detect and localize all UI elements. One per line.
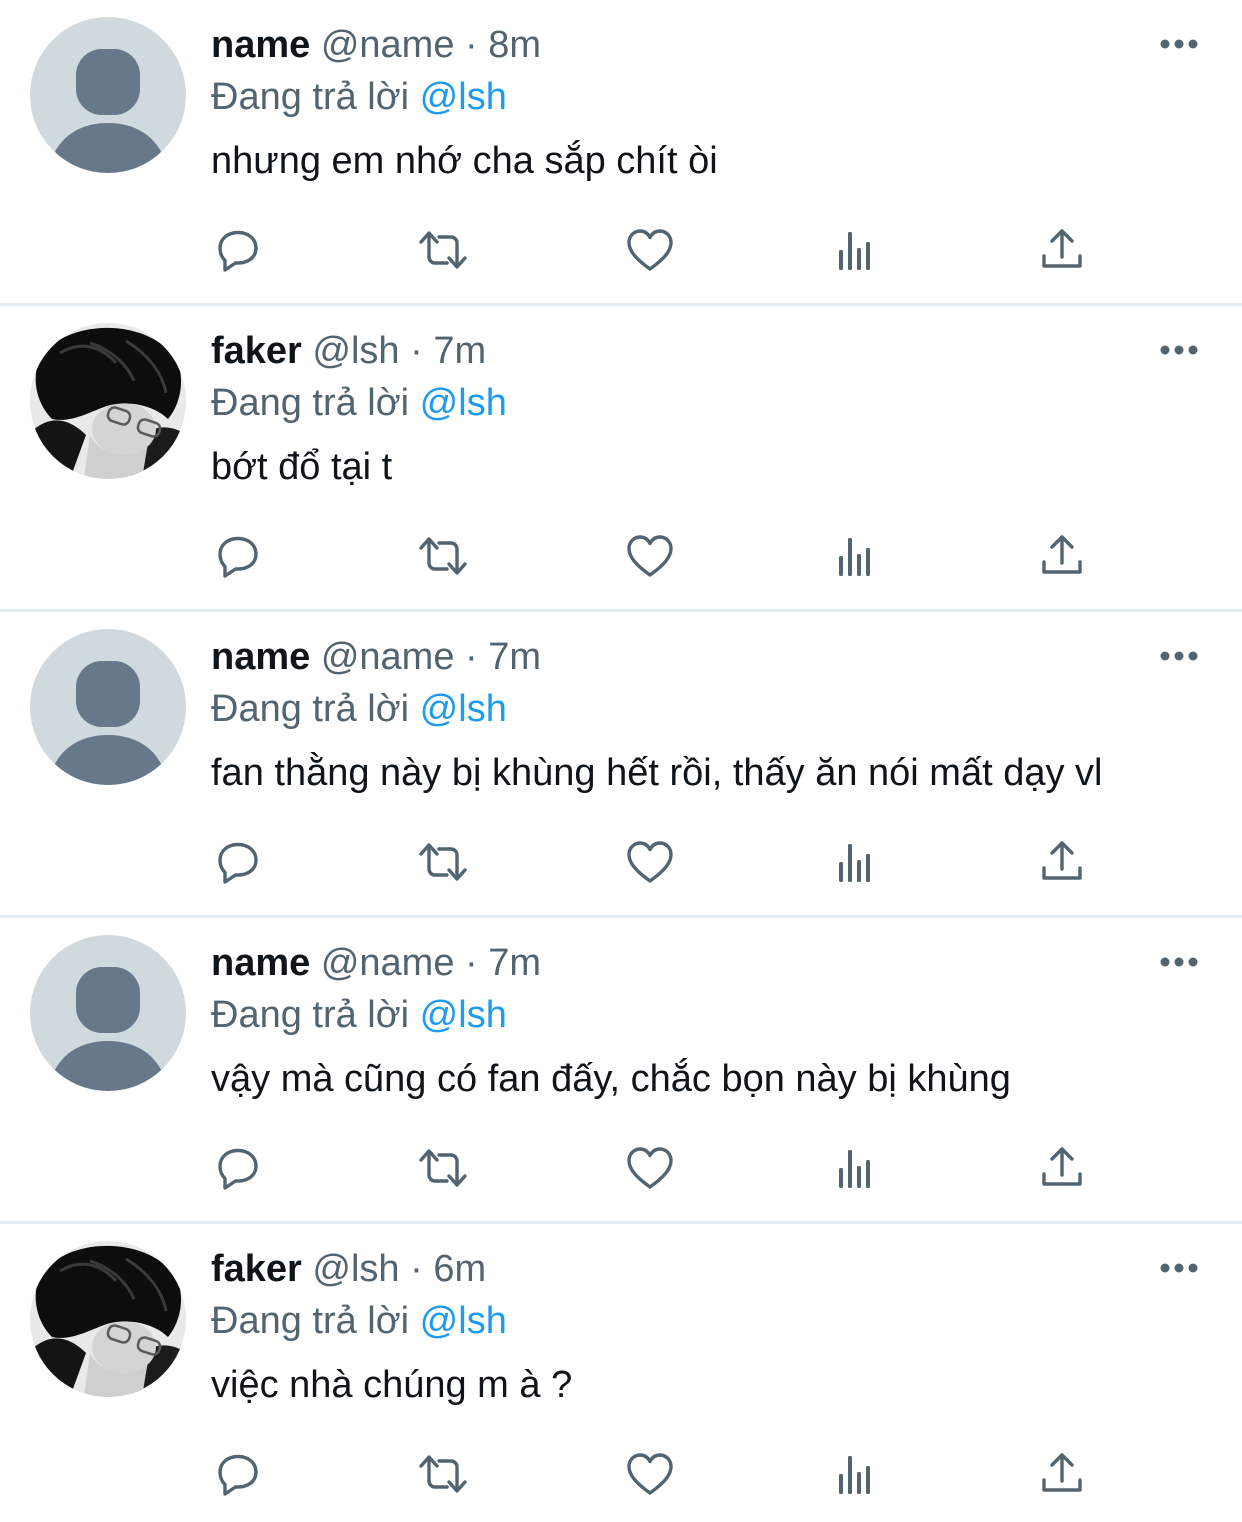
tweet-header: name @name · 8m xyxy=(211,22,541,68)
reply-feed: name @name · 8m Đang trả lời @lsh nhưng … xyxy=(0,0,1242,1522)
tweet[interactable]: faker @lsh · 6m Đang trả lời @lsh việc n… xyxy=(0,1224,1242,1522)
retweet-icon[interactable] xyxy=(415,834,471,890)
replying-to-label: Đang trả lời xyxy=(211,76,410,118)
retweet-icon[interactable] xyxy=(415,528,471,584)
timestamp[interactable]: 7m xyxy=(488,942,541,984)
tweet[interactable]: faker @lsh · 7m Đang trả lời @lsh bớt đổ… xyxy=(0,306,1242,612)
mention-link[interactable]: @lsh xyxy=(420,76,507,118)
tweet-text: nhưng em nhớ cha sắp chít òi xyxy=(211,140,718,182)
tweet-text: fan thằng này bị khùng hết rồi, thấy ăn … xyxy=(211,752,1103,794)
share-icon[interactable] xyxy=(1034,834,1090,890)
mention-link[interactable]: @lsh xyxy=(420,382,507,424)
tweet-actions xyxy=(0,1140,1242,1196)
more-icon[interactable] xyxy=(1154,636,1204,676)
mention-link[interactable]: @lsh xyxy=(420,1300,507,1342)
like-icon[interactable] xyxy=(622,834,678,890)
share-icon[interactable] xyxy=(1034,528,1090,584)
more-icon[interactable] xyxy=(1154,942,1204,982)
replying-to-label: Đang trả lời xyxy=(211,994,410,1036)
tweet[interactable]: name @name · 7m Đang trả lời @lsh vậy mà… xyxy=(0,918,1242,1224)
replying-to-label: Đang trả lời xyxy=(211,688,410,730)
display-name[interactable]: faker xyxy=(211,330,302,372)
retweet-icon[interactable] xyxy=(415,1140,471,1196)
separator-dot: · xyxy=(410,1248,423,1290)
tweet-header: faker @lsh · 7m xyxy=(211,328,486,374)
tweet-header: faker @lsh · 6m xyxy=(211,1246,486,1292)
separator-dot: · xyxy=(465,636,478,678)
share-icon[interactable] xyxy=(1034,1446,1090,1502)
reply-icon[interactable] xyxy=(210,1140,266,1196)
separator-dot: · xyxy=(410,330,423,372)
user-handle[interactable]: @lsh xyxy=(312,1248,399,1290)
mention-link[interactable]: @lsh xyxy=(420,688,507,730)
profile-photo xyxy=(30,1241,186,1397)
timestamp[interactable]: 6m xyxy=(433,1248,486,1290)
reply-icon[interactable] xyxy=(210,1446,266,1502)
views-icon[interactable] xyxy=(828,1446,884,1502)
tweet[interactable]: name @name · 8m Đang trả lời @lsh nhưng … xyxy=(0,0,1242,306)
replying-to-label: Đang trả lời xyxy=(211,382,410,424)
user-handle[interactable]: @name xyxy=(321,24,455,66)
reply-icon[interactable] xyxy=(210,222,266,278)
reply-icon[interactable] xyxy=(210,834,266,890)
tweet-actions xyxy=(0,1446,1242,1502)
tweet-text: việc nhà chúng m à ? xyxy=(211,1364,573,1406)
views-icon[interactable] xyxy=(828,1140,884,1196)
views-icon[interactable] xyxy=(828,528,884,584)
display-name[interactable]: name xyxy=(211,636,310,678)
profile-photo xyxy=(30,323,186,479)
tweet-actions xyxy=(0,222,1242,278)
like-icon[interactable] xyxy=(622,222,678,278)
avatar[interactable] xyxy=(30,1241,186,1397)
replying-to-label: Đang trả lời xyxy=(211,1300,410,1342)
replying-to: Đang trả lời @lsh xyxy=(211,1298,507,1344)
user-handle[interactable]: @name xyxy=(321,636,455,678)
default-avatar-icon xyxy=(30,17,186,173)
more-icon[interactable] xyxy=(1154,330,1204,370)
tweet-actions xyxy=(0,528,1242,584)
more-icon[interactable] xyxy=(1154,1248,1204,1288)
views-icon[interactable] xyxy=(828,222,884,278)
retweet-icon[interactable] xyxy=(415,222,471,278)
mention-link[interactable]: @lsh xyxy=(420,994,507,1036)
avatar[interactable] xyxy=(30,629,186,785)
replying-to: Đang trả lời @lsh xyxy=(211,380,507,426)
replying-to: Đang trả lời @lsh xyxy=(211,74,507,120)
like-icon[interactable] xyxy=(622,1446,678,1502)
display-name[interactable]: name xyxy=(211,24,310,66)
avatar[interactable] xyxy=(30,323,186,479)
default-avatar-icon xyxy=(30,629,186,785)
avatar[interactable] xyxy=(30,935,186,1091)
replying-to: Đang trả lời @lsh xyxy=(211,686,507,732)
user-handle[interactable]: @name xyxy=(321,942,455,984)
tweet[interactable]: name @name · 7m Đang trả lời @lsh fan th… xyxy=(0,612,1242,918)
default-avatar-icon xyxy=(30,935,186,1091)
display-name[interactable]: name xyxy=(211,942,310,984)
avatar[interactable] xyxy=(30,17,186,173)
timestamp[interactable]: 7m xyxy=(433,330,486,372)
separator-dot: · xyxy=(465,24,478,66)
tweet-actions xyxy=(0,834,1242,890)
tweet-text: bớt đổ tại t xyxy=(211,446,393,488)
retweet-icon[interactable] xyxy=(415,1446,471,1502)
timestamp[interactable]: 7m xyxy=(488,636,541,678)
like-icon[interactable] xyxy=(622,1140,678,1196)
like-icon[interactable] xyxy=(622,528,678,584)
tweet-header: name @name · 7m xyxy=(211,940,541,986)
views-icon[interactable] xyxy=(828,834,884,890)
share-icon[interactable] xyxy=(1034,1140,1090,1196)
share-icon[interactable] xyxy=(1034,222,1090,278)
display-name[interactable]: faker xyxy=(211,1248,302,1290)
timestamp[interactable]: 8m xyxy=(488,24,541,66)
reply-icon[interactable] xyxy=(210,528,266,584)
separator-dot: · xyxy=(465,942,478,984)
tweet-header: name @name · 7m xyxy=(211,634,541,680)
more-icon[interactable] xyxy=(1154,24,1204,64)
replying-to: Đang trả lời @lsh xyxy=(211,992,507,1038)
tweet-text: vậy mà cũng có fan đấy, chắc bọn này bị … xyxy=(211,1058,1011,1100)
user-handle[interactable]: @lsh xyxy=(312,330,399,372)
